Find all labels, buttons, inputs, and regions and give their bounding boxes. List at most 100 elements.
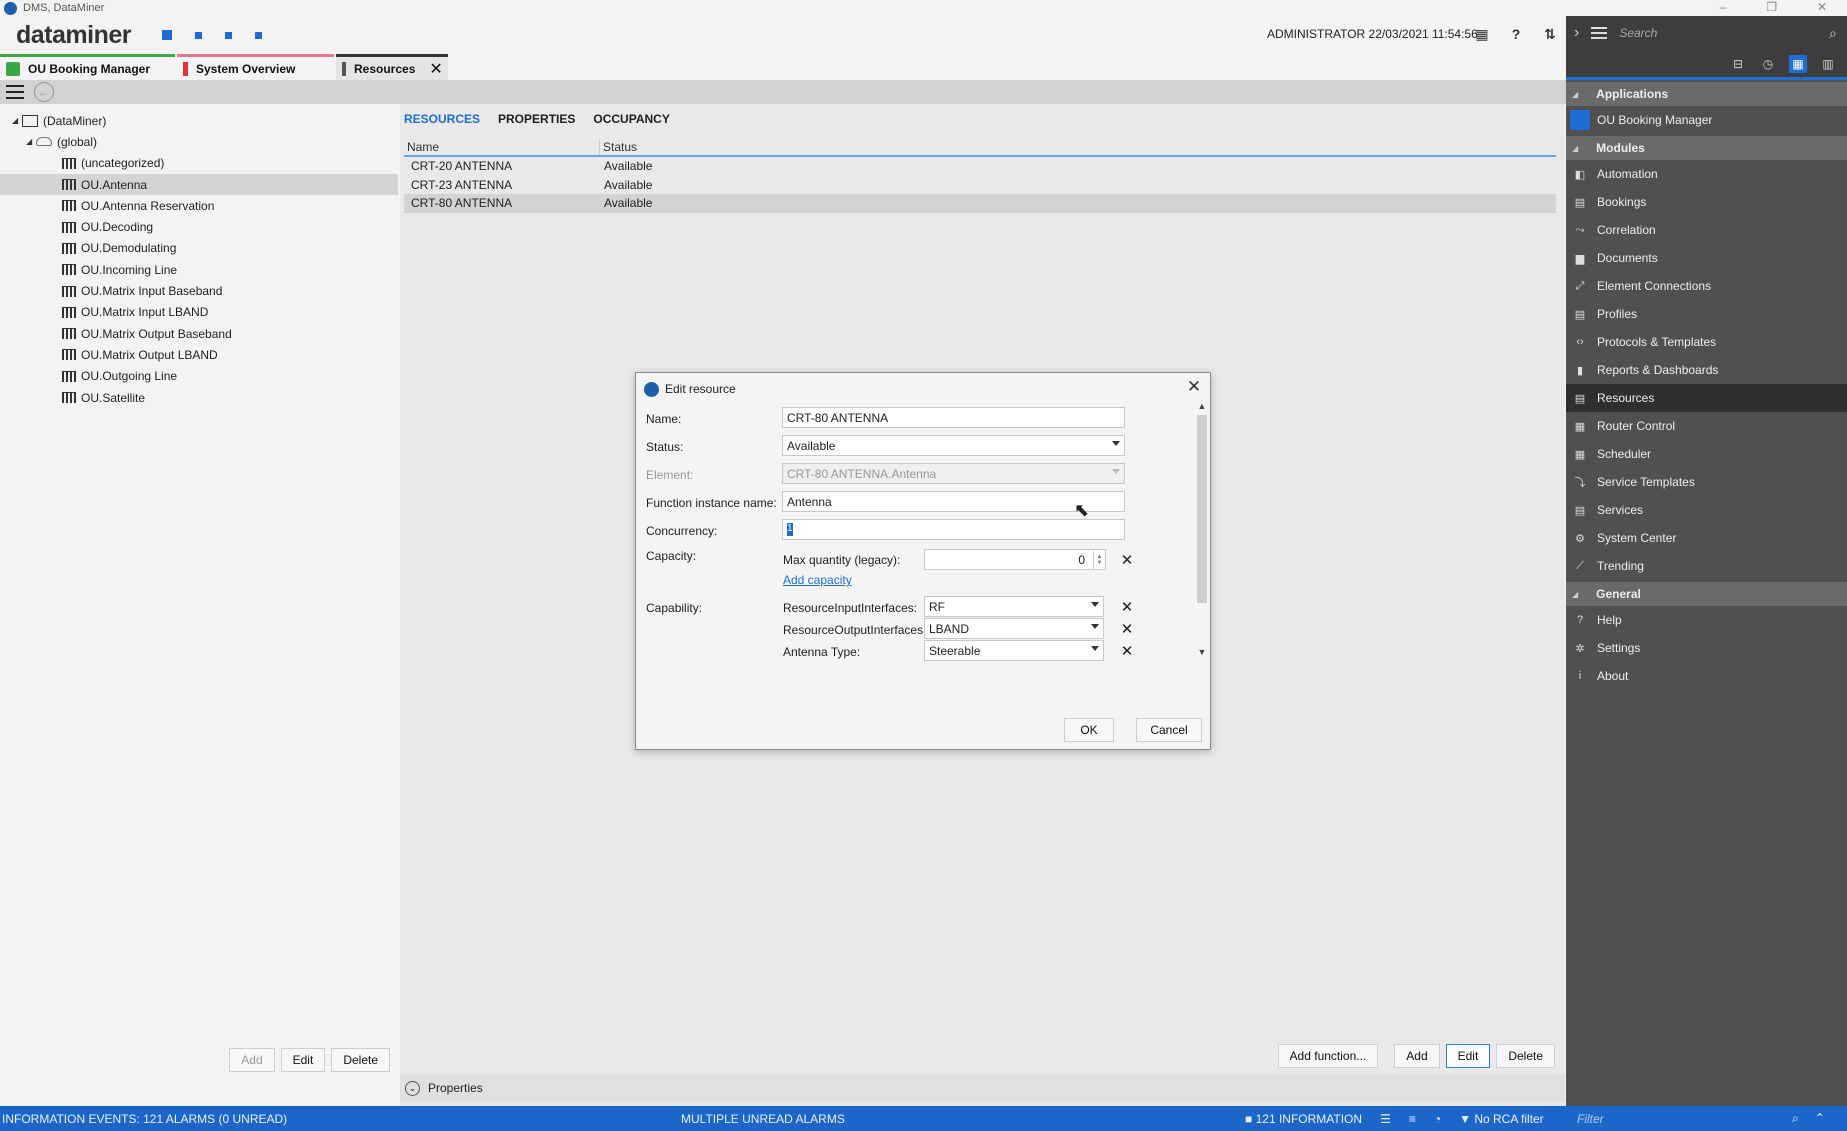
- spinner-arrows-icon[interactable]: ▲ ▼: [1093, 551, 1105, 569]
- max-quantity-field[interactable]: 0 ▲ ▼: [924, 549, 1106, 570]
- edit-pool-button[interactable]: Edit: [280, 1048, 326, 1072]
- section-general[interactable]: ◢ General: [1566, 582, 1847, 606]
- view-dot-1[interactable]: [161, 30, 172, 40]
- sidebar-item[interactable]: ‹› Protocols & Templates: [1566, 328, 1847, 356]
- section-modules[interactable]: ◢ Modules: [1566, 136, 1847, 160]
- tree-item[interactable]: (uncategorized): [0, 153, 398, 174]
- tab-properties[interactable]: PROPERTIES: [498, 112, 575, 126]
- sort-arrows-icon[interactable]: ⇅: [1540, 24, 1560, 44]
- sidebar-item[interactable]: ▤ Services: [1566, 496, 1847, 524]
- cancel-button[interactable]: Cancel: [1136, 718, 1202, 742]
- table-row[interactable]: CRT-20 ANTENNA Available: [404, 157, 1556, 176]
- sidebar-item[interactable]: i About: [1566, 662, 1847, 690]
- expand-toggle-icon[interactable]: ◢: [12, 116, 22, 125]
- column-header-status[interactable]: Status: [600, 140, 637, 155]
- tree-item[interactable]: OU.Demodulating: [0, 238, 398, 259]
- sidebar-item[interactable]: ▮ Reports & Dashboards: [1566, 356, 1847, 384]
- tree-item[interactable]: OU.Antenna Reservation: [0, 195, 398, 216]
- tree-node-root[interactable]: ◢ (DataMiner): [0, 110, 398, 131]
- tab-occupancy[interactable]: OCCUPANCY: [593, 112, 669, 126]
- column-header-name[interactable]: Name: [404, 140, 600, 155]
- sidebar-item[interactable]: ▆ Documents: [1566, 244, 1847, 272]
- tree-item[interactable]: OU.Matrix Output LBAND: [0, 344, 398, 365]
- sidebar-item[interactable]: ⤢ Element Connections: [1566, 272, 1847, 300]
- scroll-thumb[interactable]: [1197, 415, 1207, 603]
- sort-icon[interactable]: ≡: [1409, 1112, 1416, 1126]
- sidebar-search-input[interactable]: Search: [1619, 26, 1817, 40]
- close-icon[interactable]: ✕: [1184, 377, 1204, 397]
- rca-filter[interactable]: ▼ No RCA filter: [1459, 1112, 1544, 1126]
- history-icon[interactable]: ◷: [1759, 55, 1777, 73]
- tab-ou-booking-manager[interactable]: OU Booking Manager: [0, 54, 175, 80]
- help-icon[interactable]: ?: [1506, 24, 1526, 44]
- tree-node-global[interactable]: ◢ (global): [0, 131, 398, 152]
- sidebar-item[interactable]: ⤳ Correlation: [1566, 216, 1847, 244]
- view-dot-4[interactable]: [254, 31, 262, 39]
- scroll-up-icon[interactable]: ▲: [1195, 401, 1209, 411]
- ok-button[interactable]: OK: [1064, 718, 1114, 742]
- capability-select[interactable]: RF: [924, 596, 1104, 617]
- delete-pool-button[interactable]: Delete: [331, 1048, 390, 1072]
- remove-capability-icon[interactable]: ✕: [1118, 642, 1136, 660]
- tree-item[interactable]: OU.Matrix Output Baseband: [0, 323, 398, 344]
- tree-item[interactable]: OU.Incoming Line: [0, 259, 398, 280]
- close-tab-icon[interactable]: ✕: [429, 59, 442, 79]
- capability-select[interactable]: Steerable: [924, 640, 1104, 661]
- sidebar-item[interactable]: ▤ Resources: [1566, 384, 1847, 412]
- sidebar-item[interactable]: ▦ Scheduler: [1566, 440, 1847, 468]
- search-icon[interactable]: ⌕: [1829, 25, 1837, 42]
- edit-resource-button[interactable]: Edit: [1445, 1044, 1491, 1068]
- sidebar-item[interactable]: ▤ Bookings: [1566, 188, 1847, 216]
- sidebar-item[interactable]: ⤵ Service Templates: [1566, 468, 1847, 496]
- add-pool-button[interactable]: Add: [229, 1048, 275, 1072]
- sidebar-item[interactable]: ⟋ Trending: [1566, 552, 1847, 580]
- chevron-down-icon[interactable]: ⌄: [405, 1080, 420, 1096]
- close-window-icon[interactable]: ✕: [1817, 0, 1827, 16]
- remove-capability-icon[interactable]: ✕: [1118, 620, 1136, 638]
- sidebar-item[interactable]: ▤ Profiles: [1566, 300, 1847, 328]
- sidebar-item[interactable]: ✲ Settings: [1566, 634, 1847, 662]
- view-dot-2[interactable]: [194, 31, 202, 39]
- grid-view-icon[interactable]: ▦: [1789, 54, 1807, 73]
- table-row[interactable]: CRT-80 ANTENNA Available: [404, 194, 1556, 213]
- layout-icon[interactable]: ▥: [1819, 55, 1837, 73]
- chevron-up-icon[interactable]: ⌃: [1815, 1111, 1825, 1126]
- unread-alarms[interactable]: MULTIPLE UNREAD ALARMS: [681, 1112, 845, 1126]
- sidebar-item[interactable]: ◧ Automation: [1566, 160, 1847, 188]
- add-resource-button[interactable]: Add: [1394, 1044, 1440, 1068]
- tree-item[interactable]: OU.Satellite: [0, 387, 398, 408]
- concurrency-field[interactable]: 1: [782, 519, 1125, 540]
- pin-icon[interactable]: ⊟: [1729, 55, 1747, 73]
- properties-expander[interactable]: ⌄ Properties: [400, 1074, 1565, 1102]
- list-icon[interactable]: ☰: [1380, 1112, 1391, 1126]
- tab-system-overview[interactable]: System Overview: [177, 54, 334, 80]
- chevron-right-icon[interactable]: ›: [1574, 24, 1579, 42]
- capability-select[interactable]: LBAND: [924, 618, 1104, 639]
- search-icon[interactable]: ⌕: [1792, 1111, 1799, 1126]
- hamburger-menu-icon[interactable]: [6, 85, 24, 99]
- list-menu-icon[interactable]: [1591, 27, 1608, 39]
- dialog-scrollbar[interactable]: ▲ ▼: [1195, 401, 1209, 701]
- table-row[interactable]: CRT-23 ANTENNA Available: [404, 176, 1556, 195]
- alarm-summary[interactable]: INFORMATION EVENTS: 121 ALARMS (0 UNREAD…: [2, 1112, 287, 1126]
- sidebar-item[interactable]: ⚙ System Center: [1566, 524, 1847, 552]
- name-field[interactable]: CRT-80 ANTENNA: [782, 407, 1125, 428]
- information-count[interactable]: ■ 121 INFORMATION: [1245, 1112, 1362, 1126]
- tab-resources-list[interactable]: RESOURCES: [404, 112, 480, 126]
- section-applications[interactable]: ◢ Applications: [1566, 82, 1847, 106]
- remove-capacity-icon[interactable]: ✕: [1118, 551, 1136, 569]
- tree-item[interactable]: OU.Matrix Input LBAND: [0, 302, 398, 323]
- status-select[interactable]: Available: [782, 435, 1125, 456]
- sidebar-item[interactable]: ▦ Router Control: [1566, 412, 1847, 440]
- tree-item[interactable]: OU.Antenna: [0, 173, 398, 196]
- sidebar-item[interactable]: ? Help: [1566, 606, 1847, 634]
- tree-item[interactable]: OU.Outgoing Line: [0, 366, 398, 387]
- remove-capability-icon[interactable]: ✕: [1118, 598, 1136, 616]
- back-arrow-icon[interactable]: ←: [34, 82, 54, 102]
- add-capacity-link[interactable]: Add capacity: [783, 573, 852, 587]
- sidebar-item[interactable]: OU Booking Manager: [1566, 106, 1847, 134]
- restore-icon[interactable]: ❐: [1766, 0, 1777, 16]
- filter-input[interactable]: Filter: [1577, 1112, 1809, 1126]
- apps-grid-icon[interactable]: ▦: [1472, 24, 1492, 44]
- tree-item[interactable]: OU.Matrix Input Baseband: [0, 280, 398, 301]
